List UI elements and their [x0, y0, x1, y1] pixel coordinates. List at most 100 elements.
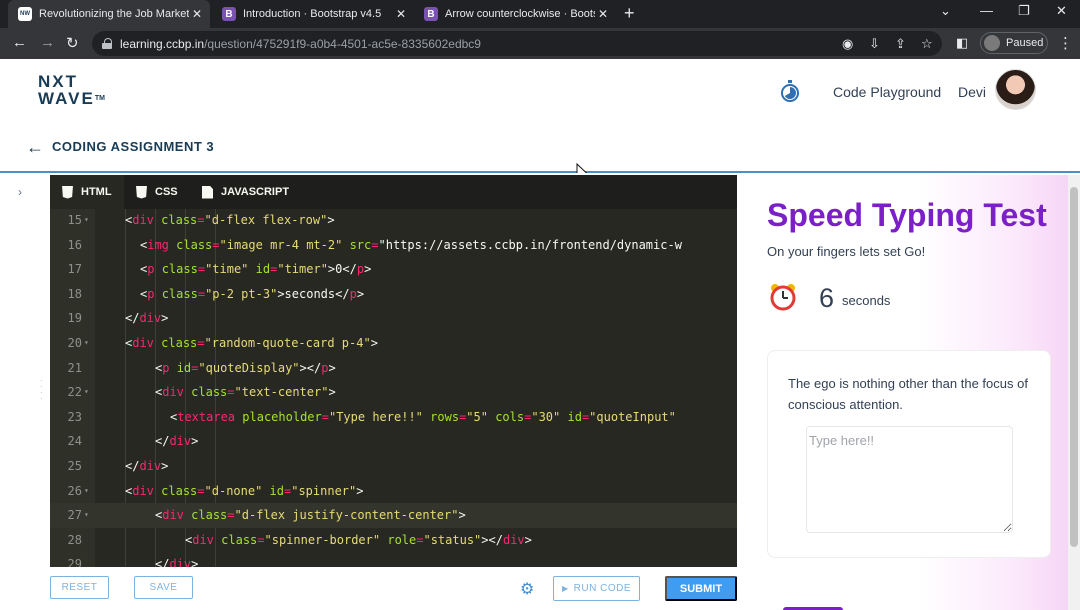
side-panel-icon[interactable]: ◧: [956, 35, 968, 51]
tab-label: HTML: [81, 186, 112, 198]
preview-title: Speed Typing Test: [767, 197, 1047, 233]
bookmark-star-icon[interactable]: ☆: [921, 36, 933, 52]
stopwatch-icon[interactable]: [780, 80, 800, 102]
code-line[interactable]: 24 </div>: [50, 429, 737, 454]
browser-tab-bar: NW Revolutionizing the Job Market | ✕ B …: [0, 0, 1080, 28]
code-line[interactable]: 23 <textarea placeholder="Type here!!" ro…: [50, 405, 737, 430]
editor-footer: RESET SAVE ⚙ ▶ RUN CODE SUBMIT: [50, 567, 737, 610]
code-text: </div>: [155, 557, 199, 567]
code-text: <p class="p-2 pt-3">seconds</p>: [140, 286, 365, 301]
gear-icon[interactable]: ⚙: [520, 579, 534, 599]
code-line[interactable]: 18 <p class="p-2 pt-3">seconds</p>: [50, 282, 737, 307]
minimize-icon[interactable]: —: [980, 3, 993, 18]
code-line[interactable]: 28 <div class="spinner-border" role="stat…: [50, 528, 737, 553]
code-text: </div>: [125, 459, 169, 473]
nxtwave-favicon-icon: NW: [18, 7, 32, 21]
run-code-label: RUN CODE: [573, 583, 631, 594]
address-bar[interactable]: learning.ccbp.in/question/475291f9-a0b4-…: [92, 31, 942, 56]
bootstrap-favicon-icon: B: [424, 7, 438, 21]
install-icon[interactable]: ⇩: [869, 36, 880, 52]
code-line[interactable]: 16 <img class="image mr-4 mt-2" src="http…: [50, 233, 737, 258]
code-text: </div>: [155, 434, 199, 449]
browser-tab-2[interactable]: B Arrow counterclockwise · Bootstr ✕: [414, 0, 616, 28]
output-preview: Speed Typing Test On your fingers lets s…: [737, 175, 1068, 610]
lock-icon: [102, 38, 112, 49]
code-text: <textarea placeholder="Type here!!" rows…: [170, 409, 676, 424]
reload-icon[interactable]: ↻: [66, 34, 79, 52]
code-line[interactable]: 15 ▾ <div class="d-flex flex-row">: [50, 208, 737, 233]
save-button[interactable]: SAVE: [134, 576, 193, 599]
code-text: <div class="random-quote-card p-4">: [125, 336, 378, 350]
code-playground-link[interactable]: Code Playground: [833, 84, 941, 100]
run-code-button[interactable]: ▶ RUN CODE: [553, 576, 640, 601]
window-close-icon[interactable]: ✕: [1056, 3, 1067, 19]
profile-avatar: [984, 35, 1000, 51]
tab-html[interactable]: HTML: [50, 175, 124, 209]
reset-button[interactable]: RESET: [50, 576, 109, 599]
code-text: <p class="time" id="timer">0</p>: [140, 262, 372, 277]
code-text: <div class="text-center">: [155, 385, 336, 400]
code-text: <div class="spinner-border" role="status…: [185, 532, 532, 547]
code-line[interactable]: 27 ▾ <div class="d-flex justify-content-ce…: [50, 503, 737, 528]
alarm-clock-icon: [770, 284, 796, 311]
back-arrow-icon[interactable]: ←: [12, 34, 27, 51]
submit-button[interactable]: SUBMIT: [665, 576, 737, 601]
tab-label: CSS: [155, 186, 178, 198]
share-icon[interactable]: ⇪: [895, 36, 906, 52]
profile-paused-button[interactable]: Paused: [980, 32, 1048, 54]
more-options-icon[interactable]: ⋮: [1058, 34, 1073, 52]
forward-arrow-icon[interactable]: →: [40, 34, 55, 51]
google-icon[interactable]: ◉: [842, 36, 853, 52]
user-avatar[interactable]: [995, 69, 1036, 110]
browser-toolbar: ← → ↻ learning.ccbp.in/question/475291f9…: [0, 28, 1080, 59]
tab-search-chevron-icon[interactable]: ⌄: [940, 3, 951, 19]
code-text: <img class="image mr-4 mt-2" src="https:…: [140, 237, 682, 252]
resize-handle[interactable]: · · · ·: [40, 377, 43, 403]
bootstrap-favicon-icon: B: [222, 7, 236, 21]
chevron-right-icon[interactable]: ›: [18, 185, 22, 199]
nxtwave-logo[interactable]: NXT WAVETM: [38, 73, 105, 107]
code-line[interactable]: 26 ▾ <div class="d-none" id="spinner">: [50, 479, 737, 504]
back-arrow-icon[interactable]: ←: [26, 137, 44, 158]
code-line[interactable]: 17 <p class="time" id="timer">0</p>: [50, 257, 737, 282]
close-icon[interactable]: ✕: [598, 7, 608, 21]
tab-css[interactable]: CSS: [124, 175, 192, 209]
restore-icon[interactable]: ❐: [1018, 3, 1030, 19]
code-line[interactable]: 25 </div>: [50, 454, 737, 479]
close-icon[interactable]: ✕: [192, 7, 202, 21]
code-text: <div class="d-flex flex-row">: [125, 213, 335, 227]
tab-javascript[interactable]: JAVASCRIPT: [190, 175, 300, 209]
browser-tab-0[interactable]: NW Revolutionizing the Job Market | ✕: [8, 0, 210, 28]
code-line[interactable]: 22 ▾ <div class="text-center">: [50, 380, 737, 405]
user-name[interactable]: Devi: [958, 84, 986, 100]
close-icon[interactable]: ✕: [396, 7, 406, 21]
line-number: 28: [67, 532, 82, 547]
code-area[interactable]: 15 ▾ <div class="d-flex flex-row"> 16 <img c…: [50, 209, 737, 567]
fold-chevron-icon[interactable]: ▾: [84, 503, 89, 528]
scrollbar-thumb[interactable]: [1070, 187, 1078, 547]
quote-input[interactable]: [806, 426, 1013, 533]
browser-tab-1[interactable]: B Introduction · Bootstrap v4.5 ✕: [212, 0, 414, 28]
tab-title: Arrow counterclockwise · Bootstr: [445, 8, 595, 20]
fold-chevron-icon[interactable]: ▾: [84, 380, 89, 405]
line-number: 17: [67, 262, 82, 277]
fold-chevron-icon[interactable]: ▾: [84, 479, 89, 504]
line-number: 26: [67, 483, 82, 498]
css3-icon: [136, 185, 147, 199]
code-line[interactable]: 19 </div>: [50, 306, 737, 331]
site-header: NXT WAVETM Code Playground Devi ← CODING…: [0, 59, 1080, 173]
code-text: <p id="quoteDisplay"></p>: [155, 360, 336, 375]
new-tab-icon[interactable]: +: [624, 3, 635, 24]
fold-chevron-icon[interactable]: ▾: [84, 208, 89, 233]
editor-tab-bar: HTML CSS JAVASCRIPT: [50, 175, 737, 209]
code-line[interactable]: 29 </div>: [50, 552, 737, 567]
code-line[interactable]: 21 <p id="quoteDisplay"></p>: [50, 356, 737, 381]
profile-status: Paused: [1006, 37, 1044, 49]
fold-chevron-icon[interactable]: ▾: [84, 331, 89, 356]
line-number: 29: [67, 557, 82, 567]
timer-value: 6: [819, 283, 835, 313]
code-editor[interactable]: HTML CSS JAVASCRIPT 15 ▾ <div class="d-fle…: [50, 175, 737, 567]
url-host: learning.ccbp.in: [120, 36, 205, 51]
code-line[interactable]: 20 ▾ <div class="random-quote-card p-4">: [50, 331, 737, 356]
preview-scrollbar[interactable]: [1068, 175, 1080, 610]
